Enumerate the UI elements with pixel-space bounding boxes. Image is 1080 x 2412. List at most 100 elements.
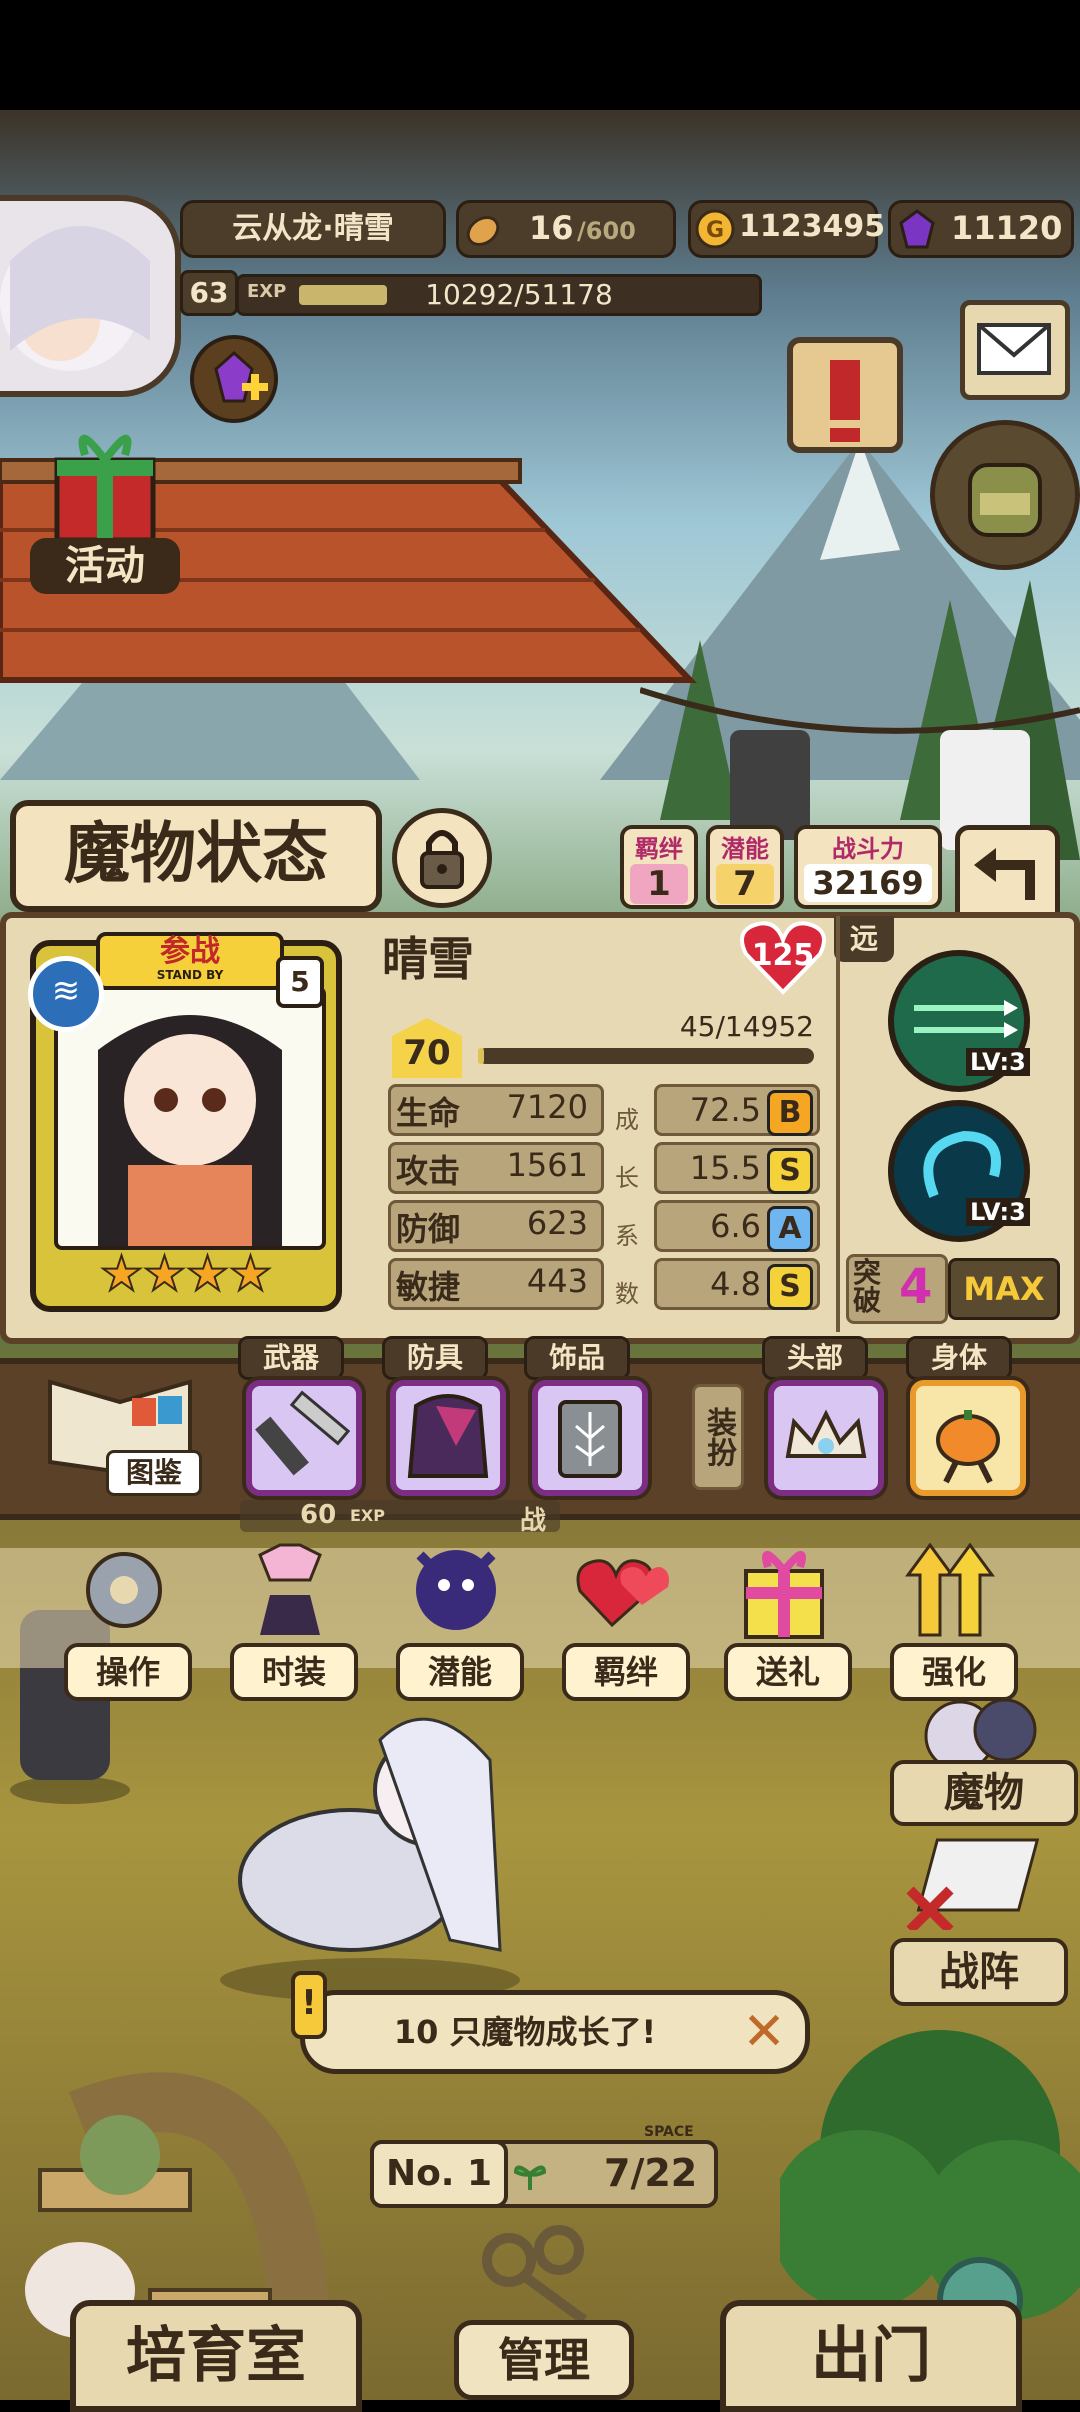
gem-bar[interactable]: 11120: [888, 200, 1074, 258]
lock-button[interactable]: [392, 808, 492, 908]
breakthrough-value: 4: [899, 1259, 933, 1315]
stamina-bar[interactable]: 16 /600: [456, 200, 676, 258]
envelope-icon: [977, 323, 1051, 375]
accessory-slot-label: 饰品: [524, 1336, 630, 1380]
stat-value: 7120: [506, 1088, 588, 1126]
gear-icon: [86, 1552, 162, 1628]
rank-badge: 5: [276, 956, 324, 1008]
bg-hint-level: 60: [300, 1500, 337, 1530]
body-slot[interactable]: [910, 1380, 1026, 1496]
potential-label: 潜能: [721, 835, 769, 863]
accessory-slot[interactable]: [532, 1380, 648, 1496]
monster-exp-value: 45/14952: [679, 1010, 814, 1043]
armor-slot[interactable]: [390, 1380, 506, 1496]
standby-badge: 参战 STAND BY: [96, 932, 284, 990]
growth-row: 4.8 S: [654, 1258, 820, 1310]
head-slot-label: 头部: [762, 1336, 868, 1380]
space-label: SPACE: [644, 2124, 694, 2140]
head-slot[interactable]: [768, 1380, 884, 1496]
action-button[interactable]: 潜能: [396, 1535, 524, 1701]
player-avatar[interactable]: [0, 195, 181, 397]
action-label: 送礼: [724, 1643, 852, 1701]
outfit-icon: [258, 1543, 322, 1635]
scroll-icon: [787, 337, 903, 453]
growth-row: 72.5 B: [654, 1084, 820, 1136]
action-label: 操作: [64, 1643, 192, 1701]
quest-scroll-button[interactable]: [760, 320, 930, 470]
affection-heart: 125: [738, 918, 828, 998]
gem-shop-button[interactable]: [190, 335, 278, 423]
stat-row: 敏捷 443: [388, 1258, 604, 1310]
standby-label: 参战: [160, 934, 220, 969]
player-level: 63: [180, 270, 238, 316]
growth-row: 6.6 A: [654, 1200, 820, 1252]
mail-button[interactable]: [960, 300, 1070, 400]
battle-power-value: 32169: [804, 864, 932, 902]
star-icon: ★: [228, 1245, 273, 1303]
room-number: No. 1: [370, 2140, 508, 2208]
growth-grade-badge: A: [767, 1206, 813, 1252]
growth-char: 数: [615, 1280, 639, 1308]
close-icon[interactable]: ✕: [737, 2005, 791, 2059]
action-button[interactable]: 羁绊: [562, 1535, 690, 1701]
formation-button[interactable]: 战阵: [880, 1830, 1070, 2010]
sprout-icon: [513, 2165, 547, 2190]
monster-list-label: 魔物: [890, 1760, 1078, 1826]
codex-button[interactable]: 图鉴: [40, 1362, 202, 1496]
action-button[interactable]: 送礼: [724, 1535, 852, 1701]
bread-icon: [466, 216, 500, 246]
armor-slot-label: 防具: [382, 1336, 488, 1380]
battle-power-label: 战斗力: [832, 835, 904, 863]
monster-list-button[interactable]: 魔物: [890, 1690, 1078, 1826]
exp-label: EXP: [247, 281, 287, 302]
action-label: 潜能: [396, 1643, 524, 1701]
bag-button[interactable]: [930, 420, 1080, 570]
growth-char: 系: [615, 1222, 639, 1250]
nursery-tab[interactable]: 培育室: [70, 2300, 362, 2412]
cloak-icon: [407, 1394, 489, 1478]
water-element-icon: ≋: [28, 956, 104, 1032]
skill-1-level: LV:3: [966, 1048, 1030, 1076]
growth-grade-badge: S: [767, 1148, 813, 1194]
growth-notification[interactable]: ! 10 只魔物成长了! ✕: [291, 1971, 810, 2074]
go-out-tab[interactable]: 出门: [720, 2300, 1022, 2412]
weapon-slot-label: 武器: [238, 1336, 344, 1380]
standby-sub: STAND BY: [156, 968, 224, 982]
arrow-up-icon: [905, 1542, 995, 1637]
action-label: 时装: [230, 1643, 358, 1701]
monster-exp-fill: [478, 1048, 484, 1064]
action-button[interactable]: 操作: [64, 1535, 192, 1701]
monster-portrait-card[interactable]: 参战 STAND BY ≋ 5 ★★★★: [28, 932, 342, 1312]
action-button[interactable]: 时装: [230, 1535, 358, 1701]
body-slot-label: 身体: [906, 1336, 1012, 1380]
breakthrough-label: 突破: [853, 1256, 882, 1317]
activity-button[interactable]: 活动: [20, 420, 190, 595]
skill-2-button[interactable]: LV:3: [888, 1100, 1030, 1242]
action-button[interactable]: 强化: [890, 1535, 1018, 1701]
bond-label: 羁绊: [635, 835, 683, 863]
gift-box-icon: [54, 434, 156, 543]
monster-faces-icon: [924, 1698, 1037, 1770]
growth-char: 长: [615, 1164, 639, 1192]
pumpkin-icon: [936, 1410, 1000, 1484]
bond-value: 1: [630, 864, 688, 904]
bg-hint-exp-label: EXP: [350, 1506, 385, 1525]
purple-gem-icon: [899, 209, 935, 249]
growth-row: 15.5 S: [654, 1142, 820, 1194]
player-name: 云从龙·晴雪: [180, 200, 446, 258]
breakthrough-box: 突破 4: [846, 1254, 948, 1324]
stat-value: 1561: [506, 1146, 588, 1184]
bg-hint-word: 战: [520, 1506, 547, 1536]
skill-1-button[interactable]: LV:3: [888, 950, 1030, 1092]
weapon-slot[interactable]: [246, 1380, 362, 1496]
monster-sprite-on-field[interactable]: [200, 1650, 540, 2010]
manage-tab[interactable]: 管理: [444, 2220, 634, 2400]
back-button[interactable]: [955, 825, 1060, 925]
affection-level: 125: [751, 938, 815, 973]
gold-value: 1123495: [739, 209, 886, 244]
gold-bar[interactable]: G 1123495: [688, 200, 885, 258]
formation-label: 战阵: [890, 1938, 1068, 2006]
growth-value: 15.5: [689, 1149, 761, 1187]
keys-icon: [482, 2225, 587, 2325]
star-rating: ★★★★: [76, 1245, 296, 1303]
